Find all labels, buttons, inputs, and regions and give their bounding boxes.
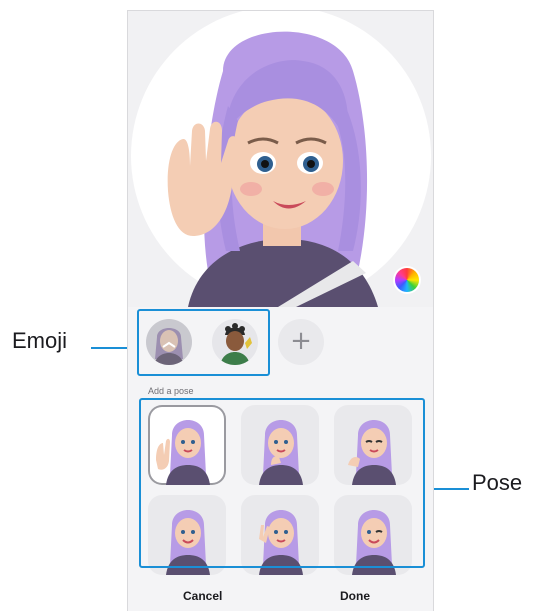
emoji-callout-box: [137, 309, 270, 376]
avatar-large-image: [167, 31, 378, 307]
bottom-action-bar: Cancel Done: [128, 579, 433, 611]
cancel-button[interactable]: Cancel: [183, 589, 222, 603]
color-palette-button[interactable]: [395, 268, 419, 292]
emoji-callout-label: Emoji: [12, 328, 68, 353]
pose-callout-box: [139, 398, 425, 568]
plus-icon: +: [290, 326, 312, 356]
pose-section-title: Add a pose: [148, 386, 194, 396]
add-emoji-button[interactable]: +: [278, 319, 324, 365]
pose-callout-label: Pose: [472, 470, 523, 495]
done-button[interactable]: Done: [340, 589, 370, 603]
avatar-preview: [128, 11, 433, 307]
